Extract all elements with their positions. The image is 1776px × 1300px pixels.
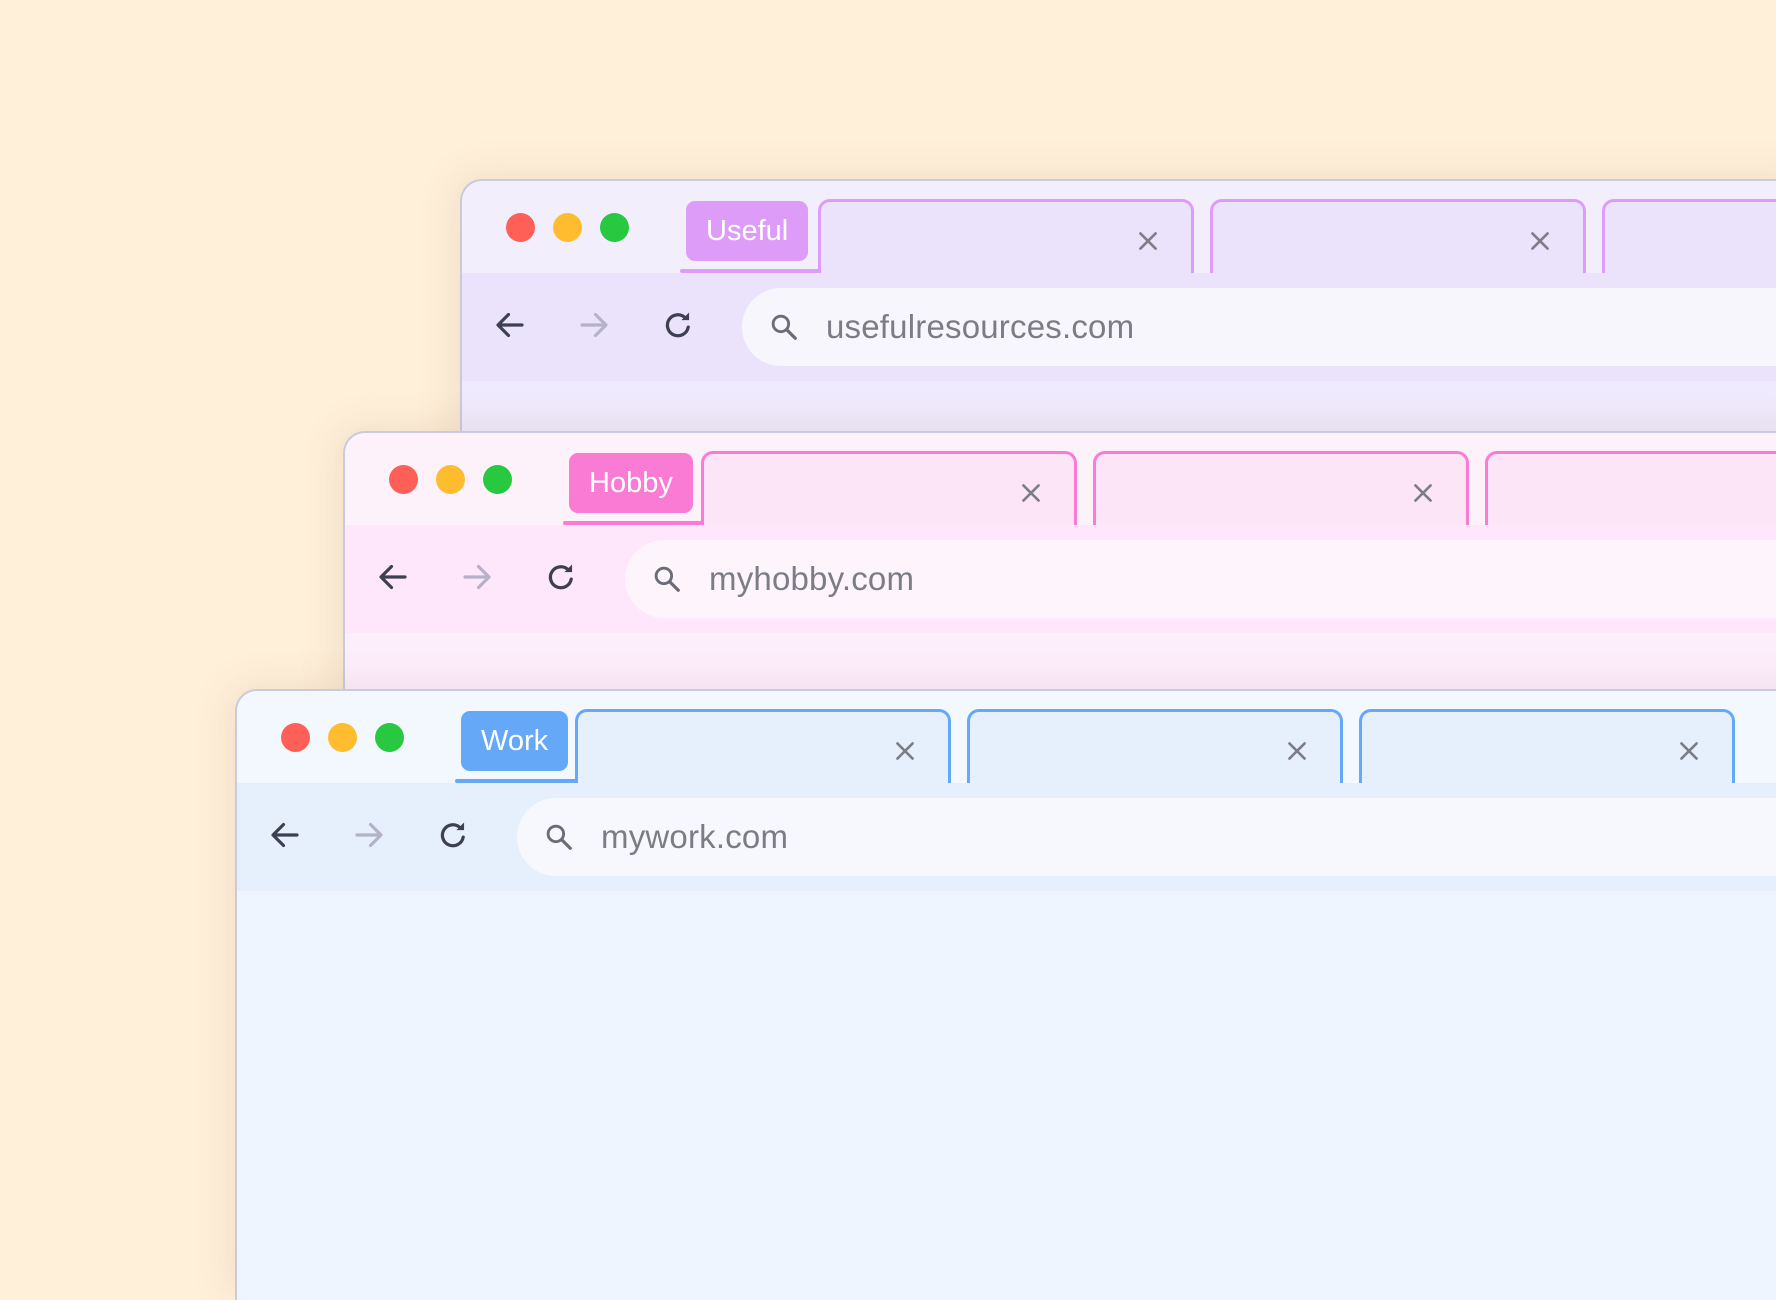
- address-bar[interactable]: mywork.com: [517, 798, 1776, 876]
- arrow-left-icon: [267, 817, 303, 858]
- close-window-dot[interactable]: [281, 723, 310, 752]
- arrow-right-icon: [351, 817, 387, 858]
- toolbar: usefulresources.com: [462, 273, 1776, 381]
- tab[interactable]: [1210, 199, 1586, 275]
- tab[interactable]: [967, 709, 1343, 785]
- minimize-window-dot[interactable]: [328, 723, 357, 752]
- close-icon[interactable]: [1280, 734, 1314, 768]
- title-bar: Useful: [462, 181, 1776, 275]
- page-content[interactable]: [237, 891, 1776, 1300]
- close-icon[interactable]: [1131, 224, 1165, 258]
- maximize-window-dot[interactable]: [483, 465, 512, 494]
- forward-button[interactable]: [453, 555, 501, 603]
- reload-icon: [436, 818, 470, 857]
- reload-icon: [661, 308, 695, 347]
- reload-button[interactable]: [429, 813, 477, 861]
- arrow-left-icon: [375, 559, 411, 600]
- tab[interactable]: [1093, 451, 1469, 527]
- close-icon[interactable]: [1014, 476, 1048, 510]
- search-icon: [541, 819, 577, 855]
- close-icon[interactable]: [1523, 224, 1557, 258]
- arrow-left-icon: [492, 307, 528, 348]
- reload-icon: [544, 560, 578, 599]
- title-bar: Work: [237, 691, 1776, 785]
- address-bar[interactable]: usefulresources.com: [742, 288, 1776, 366]
- url-text[interactable]: usefulresources.com: [826, 308, 1134, 346]
- back-button[interactable]: [486, 303, 534, 351]
- tab[interactable]: [818, 199, 1194, 275]
- search-icon: [649, 561, 685, 597]
- close-window-dot[interactable]: [389, 465, 418, 494]
- arrow-right-icon: [576, 307, 612, 348]
- tab-group-label[interactable]: Work: [461, 711, 569, 771]
- tab[interactable]: [1602, 199, 1776, 275]
- back-button[interactable]: [369, 555, 417, 603]
- minimize-window-dot[interactable]: [436, 465, 465, 494]
- forward-button[interactable]: [570, 303, 618, 351]
- tab[interactable]: [1485, 451, 1776, 527]
- tab[interactable]: [701, 451, 1077, 527]
- title-bar: Hobby: [345, 433, 1776, 527]
- tab[interactable]: [575, 709, 951, 785]
- back-button[interactable]: [261, 813, 309, 861]
- url-text[interactable]: myhobby.com: [709, 560, 914, 598]
- maximize-window-dot[interactable]: [600, 213, 629, 242]
- tab[interactable]: [1359, 709, 1735, 785]
- maximize-window-dot[interactable]: [375, 723, 404, 752]
- toolbar: mywork.com: [237, 783, 1776, 891]
- close-icon[interactable]: [1406, 476, 1440, 510]
- forward-button[interactable]: [345, 813, 393, 861]
- tab-group-label[interactable]: Useful: [686, 201, 809, 261]
- minimize-window-dot[interactable]: [553, 213, 582, 242]
- address-bar[interactable]: myhobby.com: [625, 540, 1776, 618]
- arrow-right-icon: [459, 559, 495, 600]
- close-icon[interactable]: [1672, 734, 1706, 768]
- close-icon[interactable]: [888, 734, 922, 768]
- tab-group-label[interactable]: Hobby: [569, 453, 693, 513]
- browser-window-work: Work mywork.com: [235, 689, 1776, 1300]
- reload-button[interactable]: [537, 555, 585, 603]
- reload-button[interactable]: [654, 303, 702, 351]
- search-icon: [766, 309, 802, 345]
- close-window-dot[interactable]: [506, 213, 535, 242]
- url-text[interactable]: mywork.com: [601, 818, 788, 856]
- toolbar: myhobby.com: [345, 525, 1776, 633]
